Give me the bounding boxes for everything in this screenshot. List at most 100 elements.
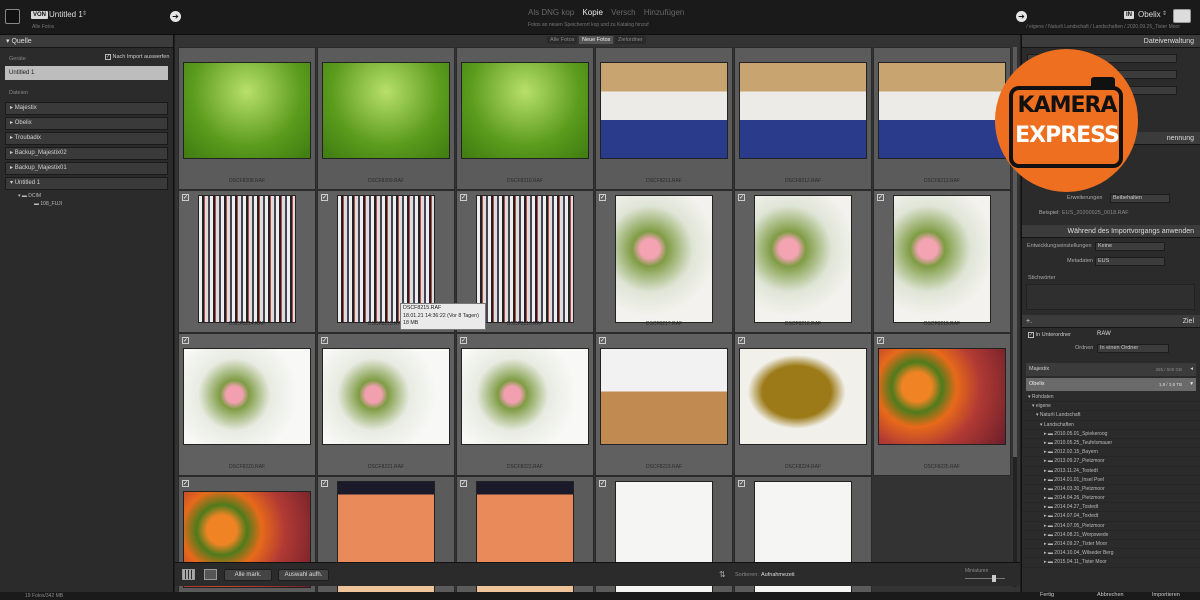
folder-tree-item[interactable]: ▸ ▬ 2014.07.05_Pietzmoor [1022,522,1200,531]
checkbox-icon[interactable]: ✓ [321,337,328,344]
chevron-down-icon[interactable]: ⇕ [1162,10,1167,17]
checkbox-icon[interactable]: ✓ [599,480,606,487]
photo-thumbnail[interactable] [183,348,311,445]
folder-tree-item[interactable]: ▾ eigene [1022,402,1200,412]
extensions-select[interactable]: Beibehalten [1110,194,1170,203]
checkbox-icon[interactable]: ✓ [599,337,606,344]
photo-thumbnail[interactable] [461,62,589,159]
source-majestix[interactable]: ▸ Majestix [5,102,168,115]
checkbox-icon[interactable]: ✓ [321,480,328,487]
folder-tree-item[interactable]: ▸ ▬ 2014.04.26_Pietzmoor [1022,494,1200,504]
uncheck-all-button[interactable]: Auswahl aufh. [278,569,329,581]
thumbs-slider[interactable] [965,575,1005,582]
mode-add[interactable]: Hinzufügen [644,8,684,17]
apply-during-import-header[interactable]: Während des Importvorgangs anwenden [1022,225,1200,238]
folder-dcim[interactable]: ▾ ▬ DCIM [0,190,173,199]
folder-fuji[interactable]: ▬ 108_FUJI [0,199,173,207]
folder-tree-item[interactable]: ▸ ▬ 2014.01.01_Insel Poel [1022,476,1200,485]
checkbox-icon[interactable]: ✓ [599,194,606,201]
metadata-select[interactable]: EUS [1095,257,1165,266]
sort-select[interactable]: Aufnahmezeit [761,572,795,578]
thumbnail-cell[interactable]: ✓ DSCF8217.RAF [595,190,733,333]
folder-tree-item[interactable]: ▸ ▬ 2010.05.25_Teufelsmauer [1022,439,1200,449]
photo-thumbnail[interactable] [878,62,1006,159]
folder-tree-item[interactable]: ▸ ▬ 2014.10.04_Wilseder Berg [1022,549,1200,559]
thumbnail-cell[interactable]: ✓ DSCF8220.RAF [178,333,316,476]
thumbnail-cell[interactable]: DSCF8212.RAF [734,47,872,190]
checkbox-icon[interactable]: ✓ [738,194,745,201]
grid-view-icon[interactable] [182,569,195,580]
tab-destination[interactable]: Zielordner [614,36,646,44]
eject-after-import[interactable]: ✓ Nach Import auswerfen [105,54,169,60]
source-device-icon[interactable] [5,9,20,24]
folder-tree-item[interactable]: ▾ Landschaften [1022,421,1200,430]
checkbox-icon[interactable]: ✓ [105,54,111,60]
folder-tree-item[interactable]: ▸ ▬ 2013.09.27_Pietzmoor [1022,457,1200,467]
develop-settings-select[interactable]: Keine [1095,242,1165,251]
drive-obelix[interactable]: Obelix 1,8 / 3,6 TB ▾ [1026,378,1196,391]
subfolder-name[interactable]: RAW [1097,331,1111,337]
photo-thumbnail[interactable] [754,195,852,323]
source-backup-majestix01[interactable]: ▸ Backup_Majestix01 [5,162,168,175]
folder-tree-item[interactable]: ▸ ▬ 2014.09.27_Tister Moor [1022,540,1200,550]
destination-header[interactable]: +. Ziel [1022,315,1200,328]
thumbnail-cell[interactable]: ✓ DSCF8218.RAF [734,190,872,333]
subfolder-option[interactable]: ✓ In Unterordner [1028,332,1071,338]
mode-move[interactable]: Versch [611,8,635,17]
folder-tree-item[interactable]: ▾ NaturIi Landschaft [1022,411,1200,421]
done-button[interactable]: Fertig [1040,592,1054,598]
drive-majestix[interactable]: Majestix 285 / 500 GB ◂ [1026,363,1196,376]
checkbox-icon[interactable]: ✓ [182,194,189,201]
cancel-button[interactable]: Abbrechen [1097,592,1124,598]
device-field[interactable]: Untitled 1 [5,66,168,80]
folder-tree-item[interactable]: ▸ ▬ 2014.08.21_Worpswede [1022,531,1200,540]
arrow-right-icon[interactable]: ➔ [1016,11,1027,22]
mode-dng[interactable]: Als DNG kop [528,8,574,17]
tab-new-photos[interactable]: Neue Fotos [579,36,614,44]
source-obelix[interactable]: ▸ Obelix [5,117,168,130]
folder-tree-item[interactable]: ▸ ▬ 2014.04.27_Tostedt [1022,503,1200,513]
photo-thumbnail[interactable] [322,62,450,159]
source-untitled[interactable]: ▾ Untitled 1 [5,177,168,190]
checkbox-icon[interactable]: ✓ [738,337,745,344]
checkbox-icon[interactable]: ✓ [460,480,467,487]
import-button[interactable]: Importieren [1152,592,1180,598]
thumbnail-cell[interactable]: DSCF8208.RAF [178,47,316,190]
thumbnail-cell[interactable]: ✓ DSCF8221.RAF [317,333,455,476]
loupe-view-icon[interactable] [204,569,217,580]
thumbnail-cell[interactable]: ✓ DSCF8224.RAF [734,333,872,476]
check-all-button[interactable]: Alle mark. [224,569,272,581]
add-icon[interactable]: +. [1022,315,1032,328]
thumbnail-cell[interactable]: DSCF8210.RAF [456,47,594,190]
thumbnail-cell[interactable]: ✓ DSCF8222.RAF [456,333,594,476]
checkbox-icon[interactable]: ✓ [182,480,189,487]
thumbnail-cell[interactable]: DSCF8209.RAF [317,47,455,190]
checkbox-icon[interactable]: ✓ [877,337,884,344]
checkbox-icon[interactable]: ✓ [182,337,189,344]
folder-tree-item[interactable]: ▸ ▬ 2010.05.01_Spiekeroog [1022,430,1200,439]
folder-tree-item[interactable]: ▸ ▬ 2014.07.04_Toxtedt [1022,512,1200,522]
photo-thumbnail[interactable] [183,62,311,159]
photo-thumbnail[interactable] [476,195,574,323]
thumbnail-cell[interactable]: ✓ DSCF8225.RAF [873,333,1011,476]
chevron-down-icon[interactable]: ⇕ [82,10,87,17]
source-panel-header[interactable]: ▾ Quelle [0,35,173,48]
checkbox-icon[interactable]: ✓ [1028,332,1034,338]
photo-thumbnail[interactable] [600,348,728,445]
thumbnail-cell[interactable]: ✓ DSCF8214.RAF [178,190,316,333]
keywords-field[interactable] [1026,284,1195,310]
dest-name[interactable]: Obelix [1138,10,1161,19]
thumbnail-cell[interactable]: DSCF8213.RAF [873,47,1011,190]
thumbnail-cell[interactable]: ✓ DSCF8223.RAF [595,333,733,476]
checkbox-icon[interactable]: ✓ [877,194,884,201]
photo-thumbnail[interactable] [615,195,713,323]
photo-thumbnail[interactable] [198,195,296,323]
photo-thumbnail[interactable] [739,348,867,445]
folder-tree-item[interactable]: ▸ ▬ 2014.03.30_Pietzmoor [1022,485,1200,495]
folder-tree-item[interactable]: ▸ ▬ 2012.02.15_Bayern [1022,448,1200,458]
photo-thumbnail[interactable] [461,348,589,445]
folder-tree-item[interactable]: ▸ ▬ 2013.11.24_Tostedt [1022,467,1200,476]
arrow-right-icon[interactable]: ➔ [170,11,181,22]
source-troubadix[interactable]: ▸ Troubadix [5,132,168,145]
folder-tree-item[interactable]: ▾ Rohdaten [1022,393,1200,403]
